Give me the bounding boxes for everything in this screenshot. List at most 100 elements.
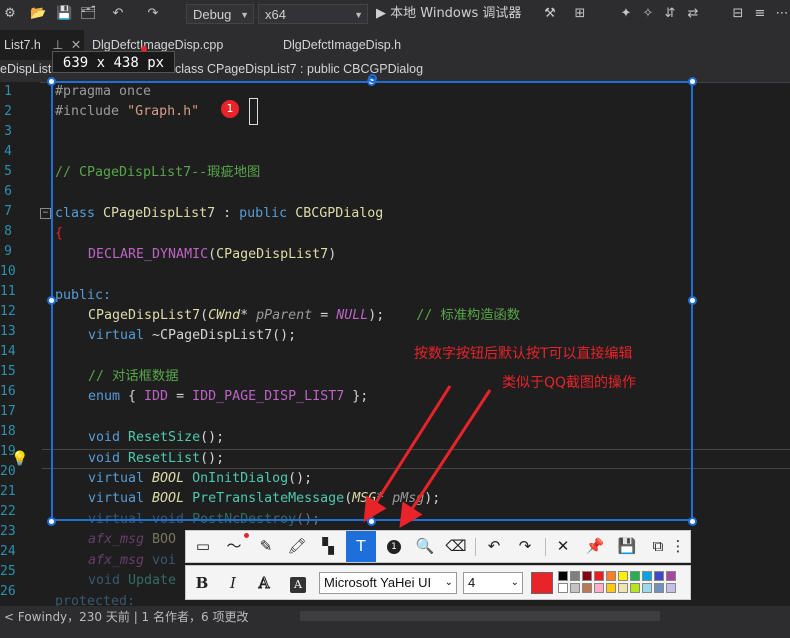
color-swatch[interactable] (618, 571, 628, 581)
tool6-icon[interactable]: ≡ (752, 6, 768, 22)
line-number: 7 (4, 204, 12, 219)
text-tool-button[interactable]: T (346, 531, 376, 562)
number-tool-button[interactable]: 1 (379, 531, 409, 562)
undo-icon[interactable]: ↶ (479, 531, 509, 562)
tool3-icon[interactable]: ⇵ (662, 6, 678, 22)
arrow-1 (363, 385, 452, 523)
number-tool-label: 1 (387, 539, 401, 554)
collapse-icon[interactable]: − (40, 208, 51, 219)
nav-project[interactable]: eDispList (0, 62, 51, 76)
color-swatch[interactable] (558, 571, 568, 581)
resize-handle-w[interactable] (47, 296, 56, 305)
color-swatch[interactable] (582, 571, 592, 581)
line-number: 23 (0, 524, 16, 539)
redo-icon[interactable]: ↷ (510, 531, 540, 562)
resize-handle-sw[interactable] (47, 517, 56, 526)
line-number: 14 (0, 344, 16, 359)
save-icon[interactable]: 💾 (56, 6, 72, 22)
text-style-toolbar: B I A A Microsoft YaHei UI ⌄ 4 ⌄ (185, 565, 691, 600)
rectangle-tool-icon[interactable]: ▭ (188, 531, 218, 562)
line-number: 10 (0, 264, 16, 279)
close-icon[interactable]: ✕ (71, 38, 81, 52)
magnifier-icon[interactable]: 🔍 (410, 531, 440, 562)
color-swatch[interactable] (594, 571, 604, 581)
color-swatch[interactable] (618, 583, 628, 593)
gear-icon[interactable]: ⚙ (2, 6, 18, 22)
resize-handle-ne[interactable] (688, 77, 697, 86)
color-swatch[interactable] (654, 571, 664, 581)
tool2-icon[interactable]: ✧ (640, 6, 656, 22)
line-number: 26 (0, 584, 16, 599)
line-number: 5 (4, 164, 12, 179)
marker-icon[interactable]: 🖍 (282, 531, 312, 562)
font-family-select[interactable]: Microsoft YaHei UI ⌄ (319, 572, 457, 594)
close-icon[interactable]: ✕ (548, 531, 578, 562)
line-number: 6 (4, 184, 12, 199)
resize-handle-se[interactable] (688, 517, 697, 526)
filled-text-button[interactable]: A (285, 570, 311, 596)
color-swatch[interactable] (570, 583, 580, 593)
open-folder-icon[interactable]: 📂 (30, 6, 46, 22)
tool4-icon[interactable]: ⇄ (685, 6, 701, 22)
color-swatch[interactable] (558, 583, 568, 593)
save-all-icon[interactable]: 🗂 (80, 6, 97, 22)
run-debugger-button[interactable]: ▶ 本地 Windows 调试器 (376, 6, 521, 22)
color-swatch[interactable] (606, 571, 616, 581)
more-icon[interactable]: ⋮ (668, 531, 688, 562)
lightbulb-icon[interactable]: 💡 (11, 451, 28, 467)
selection-size-badge: 639 x 438 px (52, 51, 175, 73)
horizontal-scrollbar[interactable] (300, 611, 660, 621)
pen-icon[interactable]: ✎ (251, 531, 281, 562)
rotate-handle[interactable] (368, 74, 377, 83)
color-swatch[interactable] (642, 571, 652, 581)
color-swatch[interactable] (666, 583, 676, 593)
italic-button[interactable]: I (220, 570, 246, 596)
line-number: 9 (4, 244, 12, 259)
color-swatch[interactable] (630, 571, 640, 581)
eraser-icon[interactable]: ⌫ (441, 531, 471, 562)
color-swatch[interactable] (642, 583, 652, 593)
color-swatch[interactable] (630, 583, 640, 593)
bold-button[interactable]: B (189, 570, 215, 596)
undo-icon[interactable]: ↶ (110, 6, 126, 22)
arrow-2 (399, 389, 492, 529)
line-number: 8 (4, 224, 12, 239)
outline-text-button[interactable]: A (251, 570, 277, 596)
git-blame-info[interactable]: < Fowindy，230 天前 | 1 名作者，6 项更改 (4, 610, 248, 624)
font-family-value: Microsoft YaHei UI (324, 575, 432, 590)
line-number: 3 (4, 124, 12, 139)
font-size-select[interactable]: 4 ⌄ (463, 572, 523, 594)
tool-icon[interactable]: ✦ (618, 6, 634, 22)
color-swatch[interactable] (666, 571, 676, 581)
code-line: void Update (88, 573, 177, 588)
line-number: 15 (0, 364, 16, 379)
color-swatch[interactable] (582, 583, 592, 593)
line-number: 21 (0, 484, 16, 499)
resize-handle-e[interactable] (688, 296, 697, 305)
filled-text-label: A (290, 577, 306, 593)
tool7-icon[interactable]: ⋯ (774, 6, 790, 22)
line-number: 18 (0, 424, 16, 439)
platform-dropdown[interactable]: x64 ▼ (258, 4, 368, 24)
config-dropdown[interactable]: Debug ▼ (186, 4, 254, 24)
save-icon[interactable]: 💾 (612, 531, 642, 562)
pin-icon[interactable]: ⊥ (52, 38, 63, 52)
tab-dlg-h[interactable]: DlgDefctImageDisp.h (283, 30, 401, 60)
color-swatch[interactable] (570, 571, 580, 581)
nav-scope[interactable]: class CPageDispList7 : public CBCGPDialo… (175, 62, 423, 76)
line-number: 22 (0, 504, 16, 519)
font-size-value: 4 (468, 575, 476, 590)
redo-icon[interactable]: ↷ (145, 6, 161, 22)
selected-color-swatch[interactable] (531, 572, 553, 594)
diagnostic-icon[interactable]: ⊞ (572, 6, 588, 22)
config-icon[interactable]: ⚒ (542, 6, 558, 22)
color-swatch[interactable] (606, 583, 616, 593)
color-swatch[interactable] (654, 583, 664, 593)
tool5-icon[interactable]: ⊟ (730, 6, 746, 22)
resize-handle-nw[interactable] (47, 77, 56, 86)
mosaic-icon[interactable]: ▚ (313, 531, 343, 562)
line-number: 17 (0, 404, 16, 419)
pin-icon[interactable]: 📌 (580, 531, 610, 562)
code-line: afx_msg BOO (88, 532, 177, 547)
color-swatch[interactable] (594, 583, 604, 593)
